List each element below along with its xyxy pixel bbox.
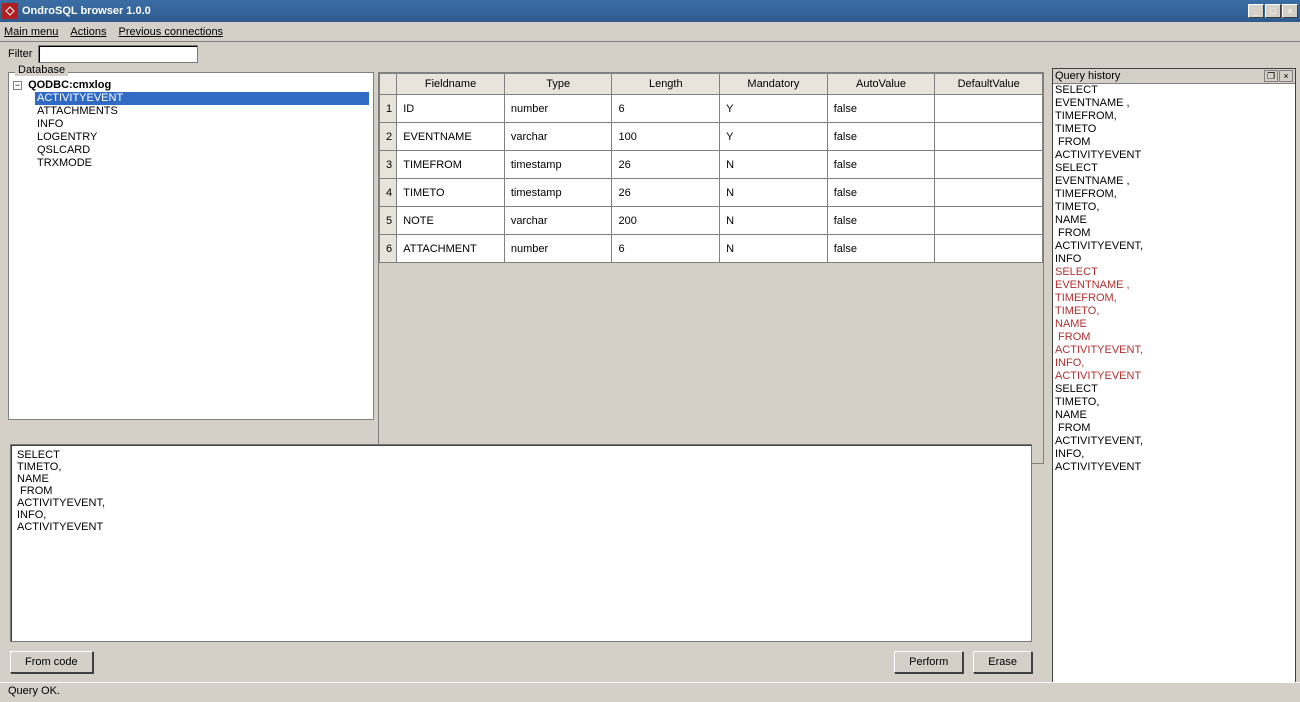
perform-button[interactable]: Perform [894, 651, 963, 673]
grid-corner [380, 74, 397, 95]
tree-item[interactable]: INFO [35, 118, 369, 131]
grid-cell[interactable]: varchar [504, 123, 612, 151]
grid-cell[interactable]: false [827, 207, 935, 235]
titlebar: OndroSQL browser 1.0.0 _ □ × [0, 0, 1300, 22]
grid-cell[interactable] [935, 95, 1043, 123]
grid-header[interactable]: Mandatory [720, 74, 828, 95]
minimize-button[interactable]: _ [1248, 4, 1264, 18]
query-history-title: Query history [1055, 70, 1263, 82]
grid-cell[interactable]: false [827, 151, 935, 179]
grid-cell[interactable]: NOTE [397, 207, 505, 235]
table-row[interactable]: 2EVENTNAMEvarchar100Yfalse [380, 123, 1043, 151]
grid-cell[interactable]: false [827, 123, 935, 151]
tree-item[interactable]: QSLCARD [35, 144, 369, 157]
tree-collapse-icon[interactable]: − [13, 81, 22, 90]
toolbar: Filter [0, 42, 1300, 66]
window-title: OndroSQL browser 1.0.0 [22, 5, 1248, 17]
grid-cell[interactable]: Y [720, 95, 828, 123]
grid-cell[interactable]: N [720, 179, 828, 207]
table-row[interactable]: 4TIMETOtimestamp26Nfalse [380, 179, 1043, 207]
filter-label: Filter [8, 48, 32, 60]
row-number: 3 [380, 151, 397, 179]
table-row[interactable]: 3TIMEFROMtimestamp26Nfalse [380, 151, 1043, 179]
database-tree[interactable]: − QODBC:cmxlog ACTIVITYEVENTATTACHMENTSI… [9, 73, 373, 176]
grid-cell[interactable] [935, 207, 1043, 235]
status-text: Query OK. [8, 685, 60, 697]
menubar: Main menu Actions Previous connections [0, 22, 1300, 42]
maximize-button[interactable]: □ [1265, 4, 1281, 18]
from-code-button[interactable]: From code [10, 651, 93, 673]
tree-item[interactable]: ATTACHMENTS [35, 105, 369, 118]
grid-cell[interactable]: N [720, 151, 828, 179]
grid-cell[interactable]: false [827, 179, 935, 207]
row-number: 4 [380, 179, 397, 207]
database-tree-panel: Database − QODBC:cmxlog ACTIVITYEVENTATT… [8, 72, 374, 420]
grid-cell[interactable] [935, 179, 1043, 207]
grid-cell[interactable]: number [504, 95, 612, 123]
grid-cell[interactable]: 200 [612, 207, 720, 235]
menu-actions[interactable]: Actions [70, 26, 106, 38]
tree-item[interactable]: TRXMODE [35, 157, 369, 170]
erase-button[interactable]: Erase [973, 651, 1032, 673]
grid-cell[interactable] [935, 151, 1043, 179]
history-item[interactable]: SELECT EVENTNAME , TIMEFROM, TIMETO, NAM… [1053, 266, 1295, 383]
grid-cell[interactable]: TIMETO [397, 179, 505, 207]
grid-cell[interactable]: N [720, 207, 828, 235]
query-history-panel: Query history ❐ × SELECT EVENTNAME , TIM… [1052, 68, 1296, 698]
grid-header[interactable]: Fieldname [397, 74, 505, 95]
grid-cell[interactable]: ATTACHMENT [397, 235, 505, 263]
grid-header[interactable]: Length [612, 74, 720, 95]
row-number: 2 [380, 123, 397, 151]
row-number: 1 [380, 95, 397, 123]
grid-cell[interactable]: false [827, 235, 935, 263]
filter-input[interactable] [38, 45, 198, 63]
grid-cell[interactable] [935, 235, 1043, 263]
grid-header[interactable]: Type [504, 74, 612, 95]
history-item[interactable]: SELECT TIMETO, NAME FROM ACTIVITYEVENT, … [1053, 383, 1295, 474]
query-history-list[interactable]: SELECT EVENTNAME , TIMEFROM, TIMETO FROM… [1053, 84, 1295, 697]
history-item[interactable]: SELECT EVENTNAME , TIMEFROM, TIMETO FROM… [1053, 84, 1295, 162]
close-button[interactable]: × [1282, 4, 1298, 18]
grid-cell[interactable]: N [720, 235, 828, 263]
grid-cell[interactable]: Y [720, 123, 828, 151]
database-tree-header: Database [15, 64, 68, 76]
grid-cell[interactable]: varchar [504, 207, 612, 235]
grid-cell[interactable]: TIMEFROM [397, 151, 505, 179]
table-row[interactable]: 5NOTEvarchar200Nfalse [380, 207, 1043, 235]
grid-cell[interactable]: 100 [612, 123, 720, 151]
history-undock-button[interactable]: ❐ [1264, 70, 1278, 82]
grid-cell[interactable]: EVENTNAME [397, 123, 505, 151]
grid-cell[interactable]: ID [397, 95, 505, 123]
tree-item[interactable]: LOGENTRY [35, 131, 369, 144]
grid-cell[interactable]: 26 [612, 151, 720, 179]
tree-root[interactable]: QODBC:cmxlog [28, 79, 111, 91]
row-number: 5 [380, 207, 397, 235]
menu-previous[interactable]: Previous connections [119, 26, 224, 38]
grid-cell[interactable]: 6 [612, 95, 720, 123]
grid-cell[interactable]: 6 [612, 235, 720, 263]
grid-header[interactable]: AutoValue [827, 74, 935, 95]
grid-header[interactable]: DefaultValue [935, 74, 1043, 95]
menu-main[interactable]: Main menu [4, 26, 58, 38]
field-grid-panel: FieldnameTypeLengthMandatoryAutoValueDef… [378, 72, 1044, 464]
grid-cell[interactable]: number [504, 235, 612, 263]
history-item[interactable]: SELECT EVENTNAME , TIMEFROM, TIMETO, NAM… [1053, 162, 1295, 266]
statusbar: Query OK. [0, 682, 1300, 702]
table-row[interactable]: 1IDnumber6Yfalse [380, 95, 1043, 123]
tree-item[interactable]: ACTIVITYEVENT [35, 92, 369, 105]
grid-cell[interactable]: timestamp [504, 151, 612, 179]
field-grid: FieldnameTypeLengthMandatoryAutoValueDef… [379, 73, 1043, 263]
row-number: 6 [380, 235, 397, 263]
grid-cell[interactable]: false [827, 95, 935, 123]
grid-cell[interactable]: 26 [612, 179, 720, 207]
grid-cell[interactable] [935, 123, 1043, 151]
table-row[interactable]: 6ATTACHMENTnumber6Nfalse [380, 235, 1043, 263]
history-close-button[interactable]: × [1279, 70, 1293, 82]
grid-cell[interactable]: timestamp [504, 179, 612, 207]
sql-editor[interactable] [10, 444, 1032, 642]
app-icon [2, 3, 18, 19]
